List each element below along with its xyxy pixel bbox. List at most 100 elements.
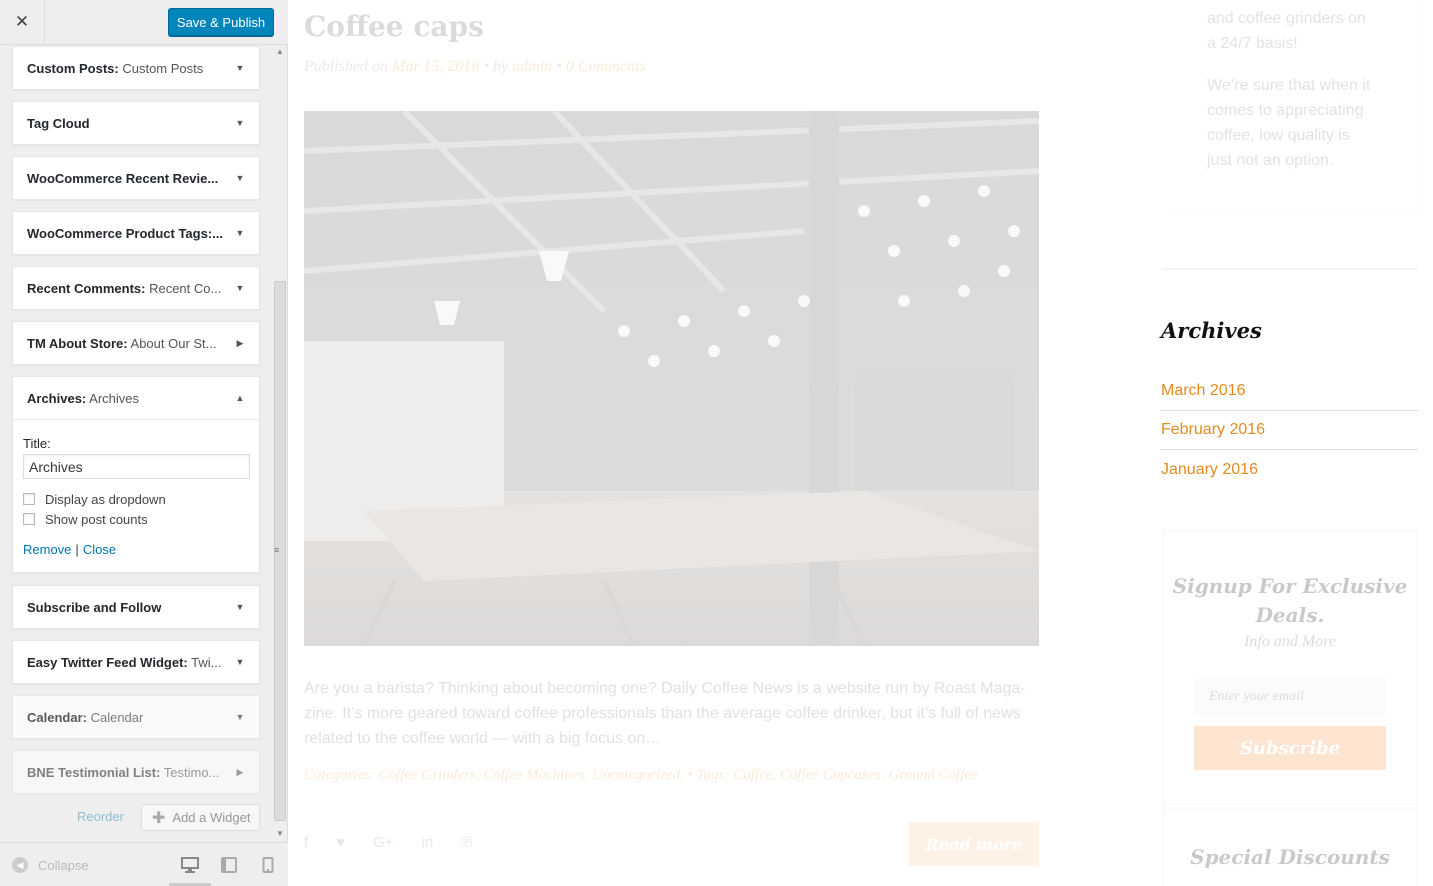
widget-name: Subscribe and Follow (27, 599, 162, 615)
meta-separator: • (552, 58, 566, 75)
mobile-icon (262, 857, 274, 873)
widget-woocommerce-recent-reviews[interactable]: WooCommerce Recent Revie... ▼ (12, 156, 260, 200)
widget-tag-cloud[interactable]: Tag Cloud ▼ (12, 101, 260, 145)
post-counts-checkbox[interactable] (23, 513, 35, 525)
widget-custom-posts[interactable]: Custom Posts: Custom Posts ▼ (12, 46, 260, 90)
widget-name: Archives: (27, 390, 87, 406)
widget-form: Title: Archives Display as dropdown Show… (13, 419, 259, 569)
widget-subscribe-follow[interactable]: Subscribe and Follow ▼ (12, 585, 260, 629)
share-icons: f ♥ G+ in ℗ (304, 834, 472, 851)
author-link[interactable]: admin (512, 58, 552, 75)
about-paragraph-1: and coffee grinders on a 24/7 basis! (1207, 10, 1366, 52)
linkedin-icon[interactable]: in (422, 834, 434, 851)
widget-header[interactable]: TM About Store: About Our St... ▶ (13, 322, 259, 364)
expand-arrow-icon[interactable]: ▼ (235, 173, 245, 183)
widget-bne-testimonial-list[interactable]: BNE Testimonial List: Testimo... ▶ (12, 750, 260, 794)
widget-header[interactable]: WooCommerce Recent Revie... ▼ (13, 157, 259, 199)
expand-arrow-icon[interactable]: ▼ (235, 712, 245, 722)
widget-easy-twitter-feed[interactable]: Easy Twitter Feed Widget: Twi... ▼ (12, 640, 260, 684)
widget-instance-title: Testimo... (160, 764, 220, 780)
desktop-preview-button[interactable] (181, 856, 199, 874)
archive-link-january-2016[interactable]: January 2016 (1161, 450, 1418, 489)
dropdown-checkbox[interactable] (23, 493, 35, 505)
reorder-link[interactable]: Reorder (77, 809, 124, 824)
post-meta: Published on Mar 15, 2016 • by admin • 0… (304, 58, 645, 76)
separator: | (75, 542, 79, 557)
widget-header[interactable]: Custom Posts: Custom Posts ▼ (13, 47, 259, 89)
reorder-arrow-icon[interactable]: ▶ (235, 767, 245, 778)
expand-arrow-icon[interactable]: ▼ (235, 228, 245, 238)
comments-link[interactable]: 0 Comments (566, 58, 646, 75)
post-featured-image[interactable] (304, 111, 1039, 646)
remove-link[interactable]: Remove (23, 542, 71, 557)
post-categories-tags[interactable]: Categories: Coffee Grinders, Coffee Mach… (304, 767, 978, 784)
title-input[interactable]: Archives (23, 454, 250, 479)
widget-instance-title: Custom Posts (118, 60, 204, 76)
signup-widget: Signup For Exclusive Deals. Info and Mor… (1162, 530, 1418, 805)
reorder-arrow-icon[interactable]: ▶ (235, 338, 245, 349)
post-counts-option[interactable]: Show post counts (23, 511, 249, 527)
widget-header[interactable]: Calendar: Calendar ▼ (13, 696, 259, 738)
subscribe-button[interactable]: Subscribe (1194, 726, 1386, 770)
widget-actions: Remove | Close (23, 542, 249, 557)
close-customizer-button[interactable]: ✕ (0, 0, 45, 44)
widget-header[interactable]: BNE Testimonial List: Testimo... ▶ (13, 751, 259, 793)
widget-name: Custom Posts: (27, 60, 119, 76)
widget-instance-title: Recent Co... (145, 280, 222, 296)
widget-instance-title: About Our St... (127, 335, 217, 351)
add-widget-button[interactable]: ✚ Add a Widget (141, 804, 260, 831)
plus-icon: ✚ (152, 809, 166, 827)
expand-arrow-icon[interactable]: ▼ (235, 118, 245, 128)
twitter-icon[interactable]: ♥ (336, 834, 345, 851)
post-date-link[interactable]: Mar 15, 2016 (392, 58, 480, 75)
expand-arrow-icon[interactable]: ▼ (235, 283, 245, 293)
collapse-button[interactable]: ◀ Collapse (12, 857, 89, 873)
save-publish-button[interactable]: Save & Publish (168, 8, 274, 36)
collapse-arrow-icon[interactable]: ▲ (235, 393, 245, 403)
widget-name: Calendar: (27, 709, 87, 725)
post-excerpt: Are you a barista? Thinking about becomi… (304, 680, 1026, 747)
email-input[interactable]: Enter your email (1194, 679, 1386, 715)
archive-link-february-2016[interactable]: February 2016 (1161, 411, 1418, 450)
archive-link-march-2016[interactable]: March 2016 (1161, 372, 1418, 411)
pinterest-icon[interactable]: ℗ (461, 834, 472, 851)
close-link[interactable]: Close (83, 542, 116, 557)
widget-header[interactable]: Recent Comments: Recent Co... ▼ (13, 267, 259, 309)
about-text: and coffee grinders on a 24/7 basis! We’… (1207, 6, 1377, 173)
read-more-button[interactable]: Read more (909, 822, 1039, 866)
scroll-up-icon[interactable]: ▲ (276, 47, 284, 56)
google-plus-icon[interactable]: G+ (373, 834, 393, 851)
customizer-sidebar: ✕ Save & Publish Custom Posts: Custom Po… (0, 0, 288, 886)
tablet-preview-button[interactable] (220, 856, 238, 874)
sidebar-scrollbar[interactable]: ▲ ≡ ▼ (272, 45, 288, 842)
expand-arrow-icon[interactable]: ▼ (235, 657, 245, 667)
widget-woocommerce-product-tags[interactable]: WooCommerce Product Tags:... ▼ (12, 211, 260, 255)
widget-header[interactable]: WooCommerce Product Tags:... ▼ (13, 212, 259, 254)
widget-list: Custom Posts: Custom Posts ▼ Tag Cloud ▼… (0, 45, 288, 842)
close-icon: ✕ (14, 12, 30, 31)
widget-tm-about-store[interactable]: TM About Store: About Our St... ▶ (12, 321, 260, 365)
dropdown-label: Display as dropdown (45, 491, 166, 507)
dropdown-option[interactable]: Display as dropdown (23, 491, 249, 507)
widget-header[interactable]: Archives: Archives ▲ (13, 377, 259, 419)
expand-arrow-icon[interactable]: ▼ (235, 63, 245, 73)
widget-archives[interactable]: Archives: Archives ▲ Title: Archives Dis… (12, 376, 260, 573)
widget-header[interactable]: Easy Twitter Feed Widget: Twi... ▼ (13, 641, 259, 683)
scroll-down-icon[interactable]: ▼ (276, 829, 284, 838)
widget-instance-title: Calendar (86, 709, 144, 725)
widget-header[interactable]: Subscribe and Follow ▼ (13, 586, 259, 628)
grip-icon: ≡ (274, 545, 280, 555)
widget-name: BNE Testimonial List: (27, 764, 161, 780)
widget-recent-comments[interactable]: Recent Comments: Recent Co... ▼ (12, 266, 260, 310)
post-counts-label: Show post counts (45, 511, 148, 527)
widget-instance-title: Twi... (187, 654, 222, 670)
about-paragraph-2: We’re sure that when it comes to appreci… (1207, 77, 1371, 169)
widget-calendar[interactable]: Calendar: Calendar ▼ (12, 695, 260, 739)
facebook-icon[interactable]: f (304, 834, 308, 851)
post-title[interactable]: Coffee caps (304, 10, 484, 43)
add-widget-label: Add a Widget (172, 810, 251, 825)
expand-arrow-icon[interactable]: ▼ (235, 602, 245, 612)
mobile-preview-button[interactable] (259, 856, 277, 874)
widget-header[interactable]: Tag Cloud ▼ (13, 102, 259, 144)
signup-title: Signup For Exclusive Deals. (1172, 574, 1408, 627)
